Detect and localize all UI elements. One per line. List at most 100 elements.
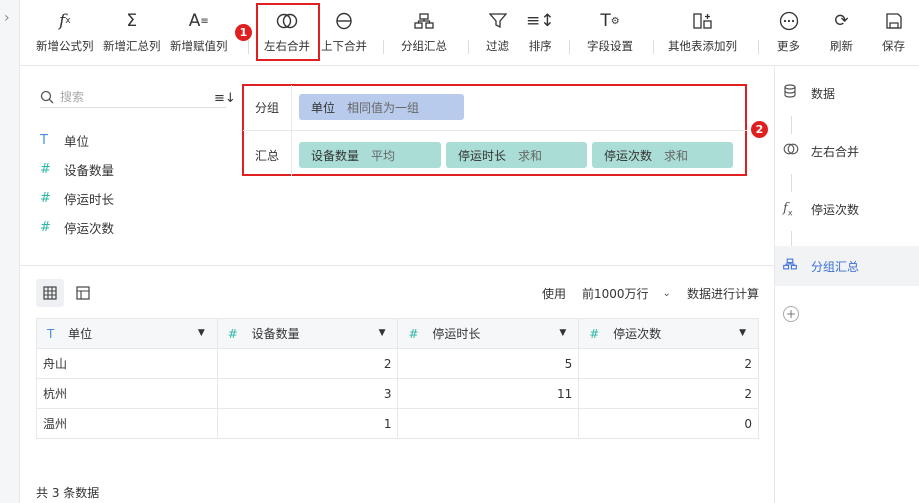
save-button[interactable]: 保存	[882, 8, 905, 54]
row-limit-value: 前1000万行	[582, 287, 649, 301]
summary-label: 汇总	[254, 148, 279, 163]
table-cell: 1	[216, 408, 399, 439]
step-item[interactable]: 左右合并	[775, 131, 919, 171]
toolbar-label: 字段设置	[587, 39, 633, 53]
sort-button[interactable]: ≡↕ 排序	[526, 8, 555, 54]
grid-icon	[43, 286, 57, 300]
collapse-strip[interactable]: ›	[0, 0, 20, 503]
refresh-button[interactable]: ⟳ 刷新	[830, 8, 853, 54]
table-row: 杭州 3 11 2	[36, 378, 759, 409]
column-header[interactable]: # 停运时长 ▼	[397, 318, 580, 349]
table-cell: 2	[216, 348, 399, 379]
caret-down-icon[interactable]: ▼	[559, 328, 566, 338]
group-field-pill[interactable]: 单位 相同值为一组	[299, 94, 464, 120]
column-header[interactable]: # 停运次数 ▼	[578, 318, 759, 349]
layout-view-button[interactable]	[69, 279, 97, 307]
chevron-down-icon: ⌄	[662, 288, 671, 299]
field-panel: 搜索 ≡↓ T 单位 # 设备数量 # 停运时长 # 停运次数	[20, 66, 242, 266]
text-type-icon: T	[40, 133, 48, 148]
field-item[interactable]: # 设备数量	[40, 155, 114, 184]
toolbar-separator	[569, 40, 570, 54]
table-cell: 0	[578, 408, 759, 439]
use-label: 使用	[542, 287, 567, 301]
add-assign-column-button[interactable]: A ≡ 新增赋值列	[170, 8, 228, 54]
add-step-button[interactable]: +	[783, 306, 799, 322]
toolbar-label: 新增赋值列	[170, 39, 228, 53]
data-preview-table: T 单位 ▼ # 设备数量 ▼ # 停运时长 ▼ # 停运次数 ▼ 舟山 2 5…	[36, 318, 759, 439]
toolbar-separator	[383, 40, 384, 54]
column-name: 停运次数	[613, 327, 662, 341]
table-cell: 11	[397, 378, 580, 409]
summary-field-pill[interactable]: 停运时长 求和	[446, 142, 587, 168]
toolbar-label: 新增汇总列	[103, 39, 161, 53]
more-button[interactable]: 更多	[777, 8, 800, 54]
toolbar-label: 其他表添加列	[668, 39, 737, 53]
field-item[interactable]: T 单位	[40, 126, 114, 155]
more-icon	[779, 8, 799, 34]
column-header[interactable]: T 单位 ▼	[36, 318, 218, 349]
step-item[interactable]: fx 停运次数	[775, 189, 919, 229]
merge-vertical-button[interactable]: 上下合并	[321, 8, 367, 54]
table-cell: 5	[397, 348, 580, 379]
toolbar-separator	[653, 40, 654, 54]
annotation-badge-1: 1	[235, 24, 252, 41]
group-summary-config: 分组 单位 相同值为一组 汇总 设备数量 平均 停运时长 求和 停运次数 求和	[243, 85, 747, 176]
table-cell: 杭州	[36, 378, 218, 409]
table-row: 温州 1 0	[36, 408, 759, 439]
step-item-active[interactable]: 分组汇总	[775, 246, 919, 286]
toolbar-label: 更多	[777, 39, 800, 53]
toolbar-label: 过滤	[486, 39, 509, 53]
row-limit-select[interactable]: 前1000万行 ⌄	[582, 285, 671, 302]
step-item[interactable]: 数据	[775, 73, 919, 113]
number-type-icon: #	[227, 327, 238, 341]
pill-field: 停运次数	[604, 148, 653, 163]
toolbar-label: 上下合并	[321, 39, 367, 53]
search-placeholder: 搜索	[60, 90, 85, 104]
text-type-icon: T	[47, 327, 55, 341]
field-item[interactable]: # 停运次数	[40, 213, 114, 242]
column-name: 单位	[68, 327, 93, 341]
field-item[interactable]: # 停运时长	[40, 184, 114, 213]
group-summary-icon	[783, 258, 811, 274]
pill-desc: 相同值为一组	[347, 100, 420, 115]
summary-field-pill[interactable]: 停运次数 求和	[592, 142, 733, 168]
add-column-from-other-table-button[interactable]: 其他表添加列	[668, 8, 737, 54]
add-summary-column-button[interactable]: Σ 新增汇总列	[103, 8, 161, 54]
refresh-icon: ⟳	[834, 11, 849, 31]
calc-label: 数据进行计算	[687, 287, 760, 301]
caret-down-icon[interactable]: ▼	[379, 328, 386, 338]
sort-icon: ≡↕	[526, 11, 555, 31]
search-input[interactable]: 搜索	[40, 86, 226, 108]
add-column-icon	[692, 8, 713, 34]
table-cell: 舟山	[36, 348, 218, 379]
summary-row: 汇总 设备数量 平均 停运时长 求和 停运次数 求和	[243, 142, 747, 168]
column-header[interactable]: # 设备数量 ▼	[216, 318, 399, 349]
number-type-icon: #	[40, 220, 51, 235]
field-name: 停运次数	[64, 221, 115, 236]
field-name: 停运时长	[64, 192, 115, 207]
summary-field-pill[interactable]: 设备数量 平均	[299, 142, 441, 168]
add-formula-column-button[interactable]: fx 新增公式列	[36, 8, 94, 54]
chevron-right-icon[interactable]: ›	[4, 10, 10, 26]
table-view-button[interactable]	[36, 279, 64, 307]
step-label: 分组汇总	[811, 259, 860, 274]
field-name: 单位	[64, 134, 90, 149]
step-label: 左右合并	[811, 144, 860, 159]
toolbar-label: 排序	[528, 39, 552, 53]
field-settings-button[interactable]: T ⚙ 字段设置	[587, 8, 633, 54]
caret-down-icon[interactable]: ▼	[198, 328, 205, 338]
group-summary-button[interactable]: 分组汇总	[401, 8, 447, 54]
toolbar-label: 保存	[882, 39, 905, 53]
filter-button[interactable]: 过滤	[486, 8, 509, 54]
caret-down-icon[interactable]: ▼	[739, 328, 746, 338]
number-type-icon: #	[40, 162, 51, 177]
field-sort-icon[interactable]: ≡↓	[214, 91, 236, 106]
toolbar: fx 新增公式列 Σ 新增汇总列 A ≡ 新增赋值列 左右合并 上下合并 分组汇总…	[20, 0, 919, 66]
table-header-row: T 单位 ▼ # 设备数量 ▼ # 停运时长 ▼ # 停运次数 ▼	[36, 318, 759, 349]
toolbar-separator	[758, 40, 759, 54]
table-cell: 温州	[36, 408, 218, 439]
step-label: 停运次数	[811, 202, 860, 217]
assign-icon: A ≡	[188, 11, 209, 31]
config-divider	[243, 130, 747, 131]
pill-field: 单位	[311, 100, 336, 115]
